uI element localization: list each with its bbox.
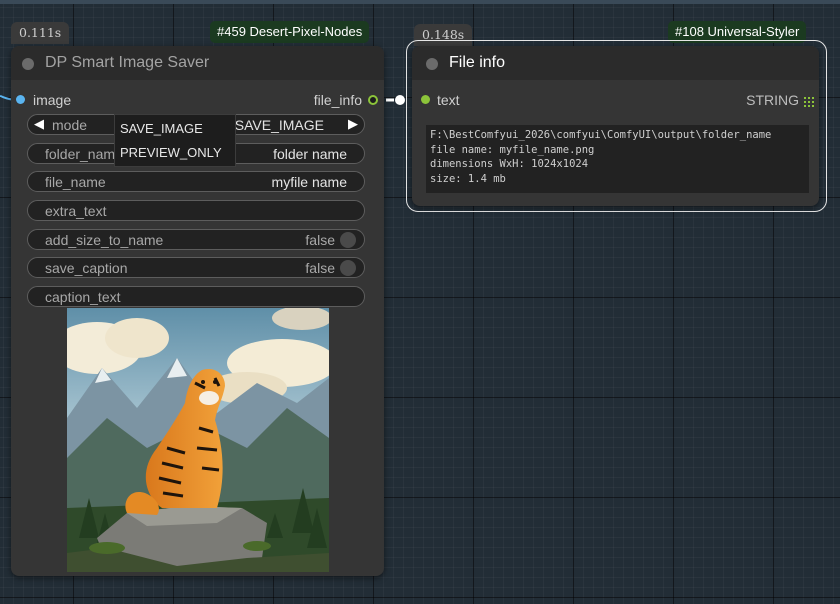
image-input-label: image	[33, 92, 72, 108]
tiger-on-rock-mountain-image	[67, 308, 329, 572]
mode-label: mode	[52, 117, 88, 133]
extra-text-field[interactable]: extra_text	[27, 200, 365, 221]
text-input-socket[interactable]	[421, 95, 430, 104]
collapse-dot-icon[interactable]	[426, 58, 438, 70]
toggle-knob-icon[interactable]	[340, 232, 356, 248]
output-line: file name: myfile_name.png	[430, 143, 595, 156]
save-caption-value: false	[305, 260, 335, 276]
output-line: size: 1.4 mb	[430, 172, 506, 185]
add-size-to-name-value: false	[305, 232, 335, 248]
folder-name-value: folder name	[273, 146, 347, 162]
output-line: dimensions WxH: 1024x1024	[430, 158, 589, 170]
add-size-to-name-label: add_size_to_name	[45, 232, 164, 248]
left-arrow-icon[interactable]: ◀	[34, 116, 44, 132]
file-name-value: myfile name	[271, 174, 347, 190]
file-info-output-socket[interactable]	[368, 95, 378, 105]
left-node-header[interactable]: DP Smart Image Saver	[11, 46, 384, 80]
collapse-dot-icon[interactable]	[22, 58, 34, 70]
caption-text-field[interactable]: caption_text	[27, 286, 365, 307]
save-caption-toggle[interactable]: save_caption false	[27, 257, 365, 278]
output-line: F:\BestComfyui_2026\comfyui\ComfyUI\outp…	[430, 129, 772, 141]
left-node-timing: 0.111s	[11, 22, 70, 44]
menu-item-preview-only[interactable]: PREVIEW_ONLY	[120, 145, 222, 160]
caption-text-label: caption_text	[45, 289, 121, 305]
add-size-to-name-toggle[interactable]: add_size_to_name false	[27, 229, 365, 250]
file-name-label: file_name	[45, 174, 106, 190]
folder-name-label: folder_nam	[45, 146, 116, 162]
file-info-output-label: file_info	[313, 92, 362, 108]
left-node-badge: #459 Desert-Pixel-Nodes	[210, 21, 370, 43]
mode-value: SAVE_IMAGE	[234, 117, 324, 133]
file-info-node[interactable]: File info text STRING F:\BestComfyui_202…	[412, 46, 819, 206]
right-node-title: File info	[449, 54, 506, 71]
image-preview	[67, 308, 329, 572]
file-name-field[interactable]: file_name myfile name	[27, 171, 365, 192]
grid-icon[interactable]	[804, 94, 814, 107]
link-center-dot	[395, 95, 405, 105]
menu-item-save-image[interactable]: SAVE_IMAGE	[120, 121, 203, 136]
image-input-socket[interactable]	[16, 95, 25, 104]
right-arrow-icon[interactable]: ▶	[348, 116, 358, 132]
right-node-header[interactable]: File info	[412, 46, 819, 80]
text-input-label: text	[437, 92, 460, 108]
extra-text-label: extra_text	[45, 203, 107, 219]
mode-dropdown-menu[interactable]: SAVE_IMAGE PREVIEW_ONLY	[114, 114, 236, 167]
left-node-title: DP Smart Image Saver	[45, 54, 210, 71]
file-info-text-output[interactable]: F:\BestComfyui_2026\comfyui\ComfyUI\outp…	[426, 125, 809, 193]
string-type-label: STRING	[746, 92, 799, 108]
toggle-knob-icon[interactable]	[340, 260, 356, 276]
save-caption-label: save_caption	[45, 260, 128, 276]
